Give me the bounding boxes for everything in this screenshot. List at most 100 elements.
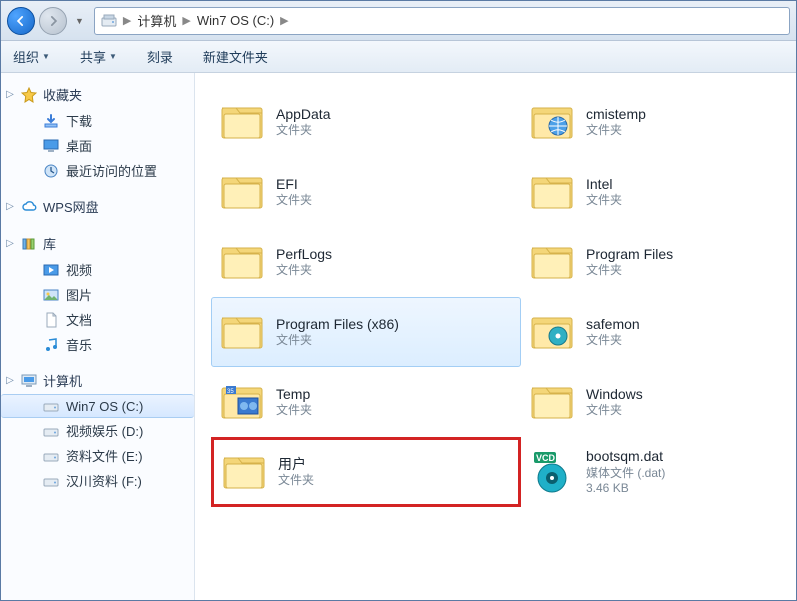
file-meta: cmistemp文件夹 (586, 106, 646, 139)
file-item[interactable]: VCD bootsqm.dat媒体文件 (.dat)3.46 KB (521, 437, 796, 507)
file-meta: safemon文件夹 (586, 316, 640, 349)
sidebar-item-desktop[interactable]: 桌面 (1, 133, 194, 158)
sidebar[interactable]: ▷ 收藏夹 下载 桌面 最近访问的位置 (1, 73, 195, 600)
sidebar-group-wps: ▷ WPS网盘 (1, 195, 194, 220)
folder-icon (528, 378, 576, 426)
file-name: Temp (276, 386, 312, 404)
star-icon (21, 87, 37, 103)
file-item[interactable]: Intel文件夹 (521, 157, 796, 227)
tree-expand-icon[interactable]: ▷ (5, 375, 15, 386)
sidebar-item-music[interactable]: 音乐 (1, 332, 194, 357)
sidebar-item-drive-c[interactable]: Win7 OS (C:) (1, 394, 194, 418)
file-item[interactable]: Program Files (x86)文件夹 (211, 297, 521, 367)
body: ▷ 收藏夹 下载 桌面 最近访问的位置 (1, 73, 796, 600)
file-type: 文件夹 (276, 333, 399, 348)
download-icon (43, 113, 59, 129)
file-meta: Windows文件夹 (586, 386, 643, 419)
file-item[interactable]: EFI文件夹 (211, 157, 521, 227)
file-item[interactable]: Windows文件夹 (521, 367, 796, 437)
sidebar-head-computer[interactable]: ▷ 计算机 (1, 369, 194, 394)
file-type: 文件夹 (276, 403, 312, 418)
forward-button[interactable] (39, 7, 67, 35)
folder-video-icon: 35 (218, 378, 266, 426)
history-dropdown[interactable]: ▼ (75, 16, 84, 26)
svg-text:VCD: VCD (536, 453, 556, 463)
sidebar-item-recent[interactable]: 最近访问的位置 (1, 158, 194, 183)
sidebar-item-pictures[interactable]: 图片 (1, 282, 194, 307)
tree-collapse-icon[interactable]: ▷ (5, 89, 15, 100)
chevron-right-icon: ▶ (280, 14, 288, 27)
file-item[interactable]: AppData文件夹 (211, 87, 521, 157)
file-meta: Program Files文件夹 (586, 246, 673, 279)
file-type: 文件夹 (276, 123, 330, 138)
file-type: 文件夹 (586, 123, 646, 138)
file-type: 文件夹 (278, 473, 314, 488)
sidebar-item-videos[interactable]: 视频 (1, 257, 194, 282)
file-item[interactable]: safemon文件夹 (521, 297, 796, 367)
drive-icon (43, 398, 59, 414)
folder-icon (218, 168, 266, 216)
new-folder-label: 新建文件夹 (203, 47, 268, 66)
disc-icon (43, 423, 59, 439)
sidebar-item-drive-d[interactable]: 视频娱乐 (D:) (1, 418, 194, 443)
file-meta: EFI文件夹 (276, 176, 312, 209)
file-item[interactable]: 35 Temp文件夹 (211, 367, 521, 437)
organize-button[interactable]: 组织 ▼ (11, 44, 52, 69)
svg-text:35: 35 (227, 389, 234, 395)
file-name: PerfLogs (276, 246, 332, 264)
sidebar-head-libraries[interactable]: ▷ 库 (1, 232, 194, 257)
sidebar-head-favorites[interactable]: ▷ 收藏夹 (1, 83, 194, 108)
folder-globe-icon (528, 98, 576, 146)
folder-icon (218, 238, 266, 286)
file-name: AppData (276, 106, 330, 124)
file-meta: bootsqm.dat媒体文件 (.dat)3.46 KB (586, 448, 665, 496)
sidebar-item-label: 视频娱乐 (D:) (66, 421, 143, 440)
tree-collapse-icon[interactable]: ▷ (5, 201, 15, 212)
sidebar-label: 计算机 (43, 371, 82, 390)
back-button[interactable] (7, 7, 35, 35)
file-name: Program Files (586, 246, 673, 264)
content-pane[interactable]: AppData文件夹cmistemp文件夹EFI文件夹Intel文件夹PerfL… (195, 73, 796, 600)
tree-collapse-icon[interactable]: ▷ (5, 238, 15, 249)
file-type: 文件夹 (586, 263, 673, 278)
file-item[interactable]: cmistemp文件夹 (521, 87, 796, 157)
sidebar-item-label: Win7 OS (C:) (66, 399, 143, 414)
sidebar-item-documents[interactable]: 文档 (1, 307, 194, 332)
sidebar-item-drive-e[interactable]: 资料文件 (E:) (1, 443, 194, 468)
sidebar-item-drive-f[interactable]: 汉川资料 (F:) (1, 468, 194, 493)
sidebar-label: 库 (43, 234, 56, 253)
share-button[interactable]: 共享 ▼ (78, 44, 119, 69)
file-meta: PerfLogs文件夹 (276, 246, 332, 279)
file-item[interactable]: PerfLogs文件夹 (211, 227, 521, 297)
breadcrumb-item[interactable]: 计算机 (137, 11, 176, 30)
chevron-right-icon: ▶ (123, 14, 131, 27)
burn-label: 刻录 (147, 47, 173, 66)
cloud-icon (21, 199, 37, 215)
burn-button[interactable]: 刻录 (145, 44, 175, 69)
file-name: EFI (276, 176, 312, 194)
document-icon (43, 312, 59, 328)
music-icon (43, 337, 59, 353)
file-name: 用户 (278, 456, 314, 474)
file-item[interactable]: Program Files文件夹 (521, 227, 796, 297)
file-item[interactable]: 用户文件夹 (211, 437, 521, 507)
computer-icon (21, 373, 37, 389)
file-type: 文件夹 (586, 193, 622, 208)
chevron-down-icon: ▼ (109, 52, 117, 61)
file-name: bootsqm.dat (586, 448, 665, 466)
file-name: cmistemp (586, 106, 646, 124)
file-meta: Temp文件夹 (276, 386, 312, 419)
sidebar-item-downloads[interactable]: 下载 (1, 108, 194, 133)
picture-icon (43, 287, 59, 303)
sidebar-group-favorites: ▷ 收藏夹 下载 桌面 最近访问的位置 (1, 83, 194, 183)
new-folder-button[interactable]: 新建文件夹 (201, 44, 270, 69)
file-meta: Intel文件夹 (586, 176, 622, 209)
breadcrumb[interactable]: ▶ 计算机 ▶ Win7 OS (C:) ▶ (94, 7, 790, 35)
sidebar-item-wps[interactable]: ▷ WPS网盘 (1, 195, 194, 220)
file-name: Intel (586, 176, 622, 194)
video-icon (43, 262, 59, 278)
sidebar-item-label: 资料文件 (E:) (66, 446, 143, 465)
breadcrumb-item[interactable]: Win7 OS (C:) (197, 13, 274, 28)
address-bar: ▼ ▶ 计算机 ▶ Win7 OS (C:) ▶ (1, 1, 796, 41)
folder-icon (218, 308, 266, 356)
